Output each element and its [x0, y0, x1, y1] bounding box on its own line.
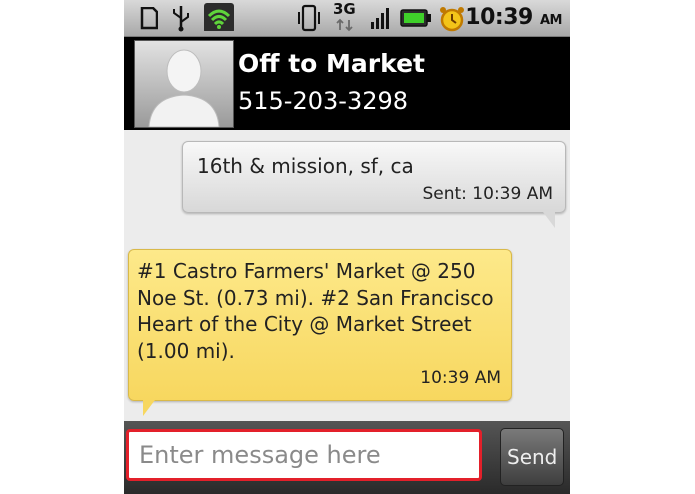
- alarm-icon: [440, 7, 464, 32]
- contact-silhouette-icon: [148, 49, 220, 128]
- message-thread[interactable]: 16th & mission, sf, ca Sent: 10:39 AM #1…: [124, 131, 570, 421]
- received-message-bubble[interactable]: #1 Castro Farmers' Market @ 250 Noe St. …: [128, 249, 512, 416]
- vibrate-icon: [298, 4, 320, 32]
- usb-icon: [173, 6, 189, 32]
- phone-screen: 3G 10:39 AM Off to Market 515-203-3298 1…: [124, 0, 570, 494]
- clock: 10:39 AM: [465, 5, 562, 30]
- bubble-tail: [543, 212, 555, 228]
- compose-bar: Send: [124, 421, 570, 494]
- message-text: 16th & mission, sf, ca: [197, 154, 414, 178]
- avatar[interactable]: [134, 40, 234, 128]
- conversation-header: Off to Market 515-203-3298: [124, 37, 570, 130]
- battery-icon: [400, 9, 431, 27]
- contact-name: Off to Market: [238, 49, 425, 78]
- message-text: #1 Castro Farmers' Market @ 250 Noe St. …: [137, 259, 494, 363]
- sent-message-bubble[interactable]: 16th & mission, sf, ca Sent: 10:39 AM: [182, 141, 566, 228]
- message-timestamp: 10:39 AM: [420, 368, 501, 388]
- message-timestamp: Sent: 10:39 AM: [422, 184, 553, 204]
- message-input[interactable]: [126, 429, 482, 481]
- sd-card-icon: [140, 7, 158, 30]
- status-bar: 3G 10:39 AM: [124, 0, 570, 37]
- send-button[interactable]: Send: [500, 428, 564, 486]
- network-3g-icon: 3G: [332, 0, 358, 34]
- contact-phone: 515-203-3298: [238, 87, 409, 115]
- bubble-tail: [143, 400, 155, 416]
- signal-icon: [371, 8, 389, 29]
- wifi-tether-icon: [204, 3, 234, 31]
